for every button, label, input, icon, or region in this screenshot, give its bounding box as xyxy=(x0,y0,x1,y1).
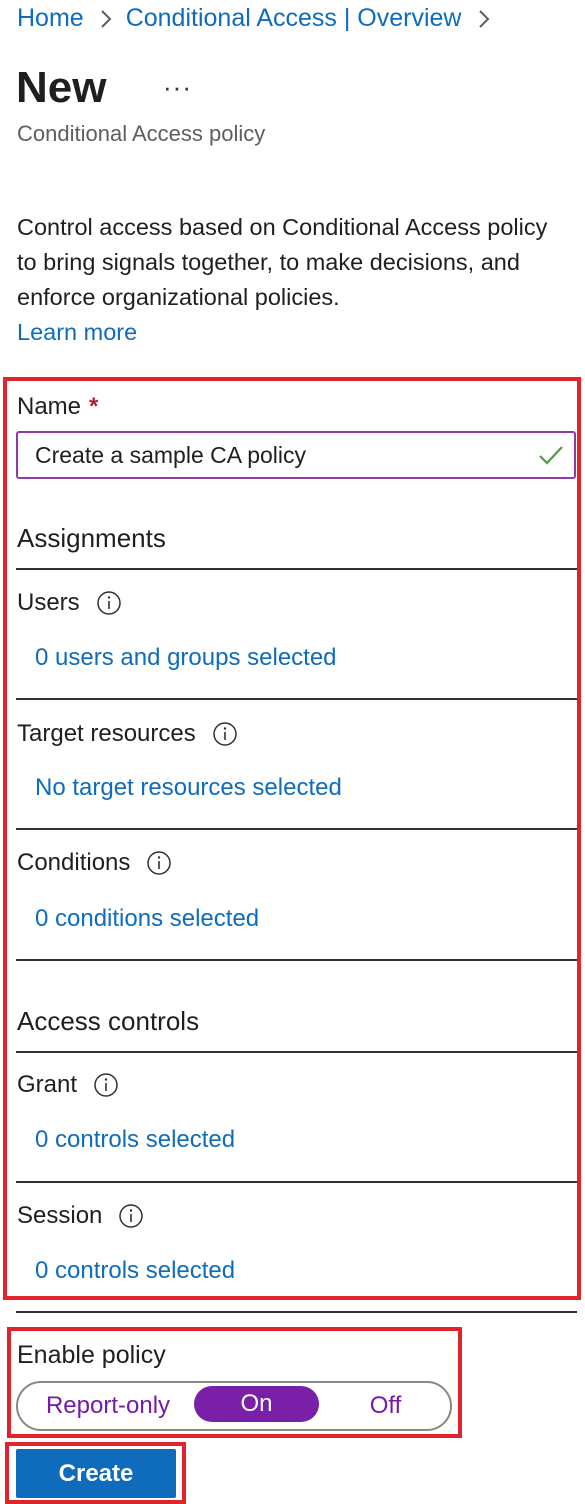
off-option[interactable]: Off xyxy=(343,1383,428,1429)
breadcrumb: Home Conditional Access | Overview xyxy=(17,4,504,33)
breadcrumb-home[interactable]: Home xyxy=(17,4,84,33)
highlight-box-form xyxy=(3,377,581,1300)
info-icon[interactable] xyxy=(212,721,238,747)
users-selection-link[interactable]: 0 users and groups selected xyxy=(35,644,337,672)
divider xyxy=(16,1051,577,1053)
users-label: Users xyxy=(17,589,122,617)
info-icon[interactable] xyxy=(96,590,122,616)
grant-label: Grant xyxy=(17,1071,119,1099)
divider xyxy=(16,698,577,700)
name-label: Name * xyxy=(17,393,98,421)
access-controls-heading: Access controls xyxy=(17,1006,200,1036)
divider xyxy=(16,1181,577,1183)
conditions-label-text: Conditions xyxy=(17,849,131,876)
chevron-right-icon xyxy=(478,9,490,29)
conditions-selection-link[interactable]: 0 conditions selected xyxy=(35,905,259,933)
name-label-text: Name xyxy=(17,393,82,420)
divider xyxy=(16,568,577,570)
page-subtitle: Conditional Access policy xyxy=(17,121,266,146)
target-resources-selection-link[interactable]: No target resources selected xyxy=(35,774,342,802)
assignments-heading: Assignments xyxy=(17,523,166,553)
checkmark-icon xyxy=(538,443,564,473)
chevron-right-icon xyxy=(100,9,112,29)
info-icon[interactable] xyxy=(146,850,172,876)
target-resources-label: Target resources xyxy=(17,720,238,748)
page-title: New xyxy=(16,63,107,112)
grant-label-text: Grant xyxy=(17,1071,78,1098)
divider xyxy=(16,1311,577,1313)
more-options-icon[interactable]: ··· xyxy=(163,72,192,103)
breadcrumb-ca-overview[interactable]: Conditional Access | Overview xyxy=(126,4,462,33)
target-resources-label-text: Target resources xyxy=(17,720,196,747)
session-label: Session xyxy=(17,1202,144,1230)
on-option[interactable]: On xyxy=(194,1386,319,1422)
info-icon[interactable] xyxy=(118,1203,144,1229)
required-marker: * xyxy=(89,393,99,420)
description-text: Control access based on Conditional Acce… xyxy=(17,214,548,310)
policy-name-input[interactable]: Create a sample CA policy xyxy=(16,431,576,479)
divider xyxy=(16,828,577,830)
users-label-text: Users xyxy=(17,589,80,616)
session-selection-link[interactable]: 0 controls selected xyxy=(35,1257,235,1285)
session-label-text: Session xyxy=(17,1202,103,1229)
divider xyxy=(16,959,577,961)
report-only-option[interactable]: Report-only xyxy=(28,1383,188,1429)
enable-policy-label: Enable policy xyxy=(17,1341,166,1369)
create-button[interactable]: Create xyxy=(16,1449,176,1498)
enable-policy-toggle[interactable]: Report-only On Off xyxy=(16,1381,452,1431)
description: Control access based on Conditional Acce… xyxy=(17,210,567,350)
policy-name-value[interactable]: Create a sample CA policy xyxy=(35,442,306,469)
conditions-label: Conditions xyxy=(17,849,172,877)
grant-selection-link[interactable]: 0 controls selected xyxy=(35,1126,235,1154)
learn-more-link[interactable]: Learn more xyxy=(17,319,137,345)
info-icon[interactable] xyxy=(93,1072,119,1098)
